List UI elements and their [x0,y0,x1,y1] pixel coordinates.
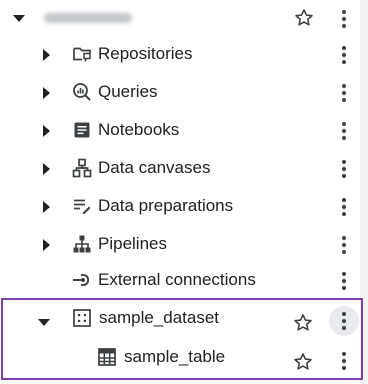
tree-item-label: External connections [98,270,256,289]
tree-item-label: sample_dataset [99,308,220,327]
more-actions-icon[interactable] [341,198,347,216]
more-actions-icon[interactable] [341,10,347,28]
redacted-project-name [44,13,132,23]
table-icon [97,347,117,367]
more-actions-icon[interactable] [341,272,347,290]
pipeline-icon [72,234,92,254]
query-icon [72,82,92,102]
tree-item-label: Notebooks [98,120,180,139]
notebook-icon [72,120,92,140]
expand-caret-icon[interactable] [43,49,50,61]
more-actions-icon[interactable] [341,352,347,370]
expand-caret-icon[interactable] [43,239,50,251]
more-actions-icon[interactable] [341,46,347,64]
dataset-icon [72,308,92,328]
data-preparation-icon [72,196,92,216]
tree-item-queries[interactable]: Queries [0,74,368,112]
tree-item-label: sample_table [124,347,226,366]
data-canvas-icon [72,158,92,178]
tree-item-label: Data canvases [98,158,211,177]
more-actions-icon[interactable] [341,236,347,254]
tree-item-data-canvases[interactable]: Data canvases [0,150,368,188]
tree-item-repositories[interactable]: Repositories [0,36,368,74]
tree-item-pipelines[interactable]: Pipelines [0,226,368,264]
tree-item-dataset[interactable]: sample_dataset [0,300,368,338]
tree-item-notebooks[interactable]: Notebooks [0,112,368,150]
star-icon[interactable] [292,312,314,334]
external-connection-icon [72,270,92,290]
tree-item-label: Repositories [98,44,193,63]
expand-caret-icon[interactable] [43,125,50,137]
expand-caret-icon[interactable] [43,87,50,99]
more-actions-icon[interactable] [341,84,347,102]
tree-item-table[interactable]: sample_table [0,338,368,376]
more-actions-icon[interactable] [341,122,347,140]
tree-item-data-preparations[interactable]: Data preparations [0,188,368,226]
expand-caret-icon[interactable] [43,163,50,175]
tree-item-label: Pipelines [98,234,167,253]
expand-caret-icon[interactable] [43,201,50,213]
tree-item-label: Data preparations [98,196,234,215]
star-icon[interactable] [293,7,315,29]
repository-icon [72,44,92,64]
collapse-caret-icon[interactable] [38,319,50,326]
project-row[interactable] [0,0,368,38]
star-icon[interactable] [292,351,314,373]
more-actions-icon[interactable] [341,312,347,330]
collapse-caret-icon[interactable] [13,15,25,22]
more-actions-icon[interactable] [341,160,347,178]
tree-item-external-connections[interactable]: External connections [0,262,368,300]
tree-item-label: Queries [98,82,158,101]
